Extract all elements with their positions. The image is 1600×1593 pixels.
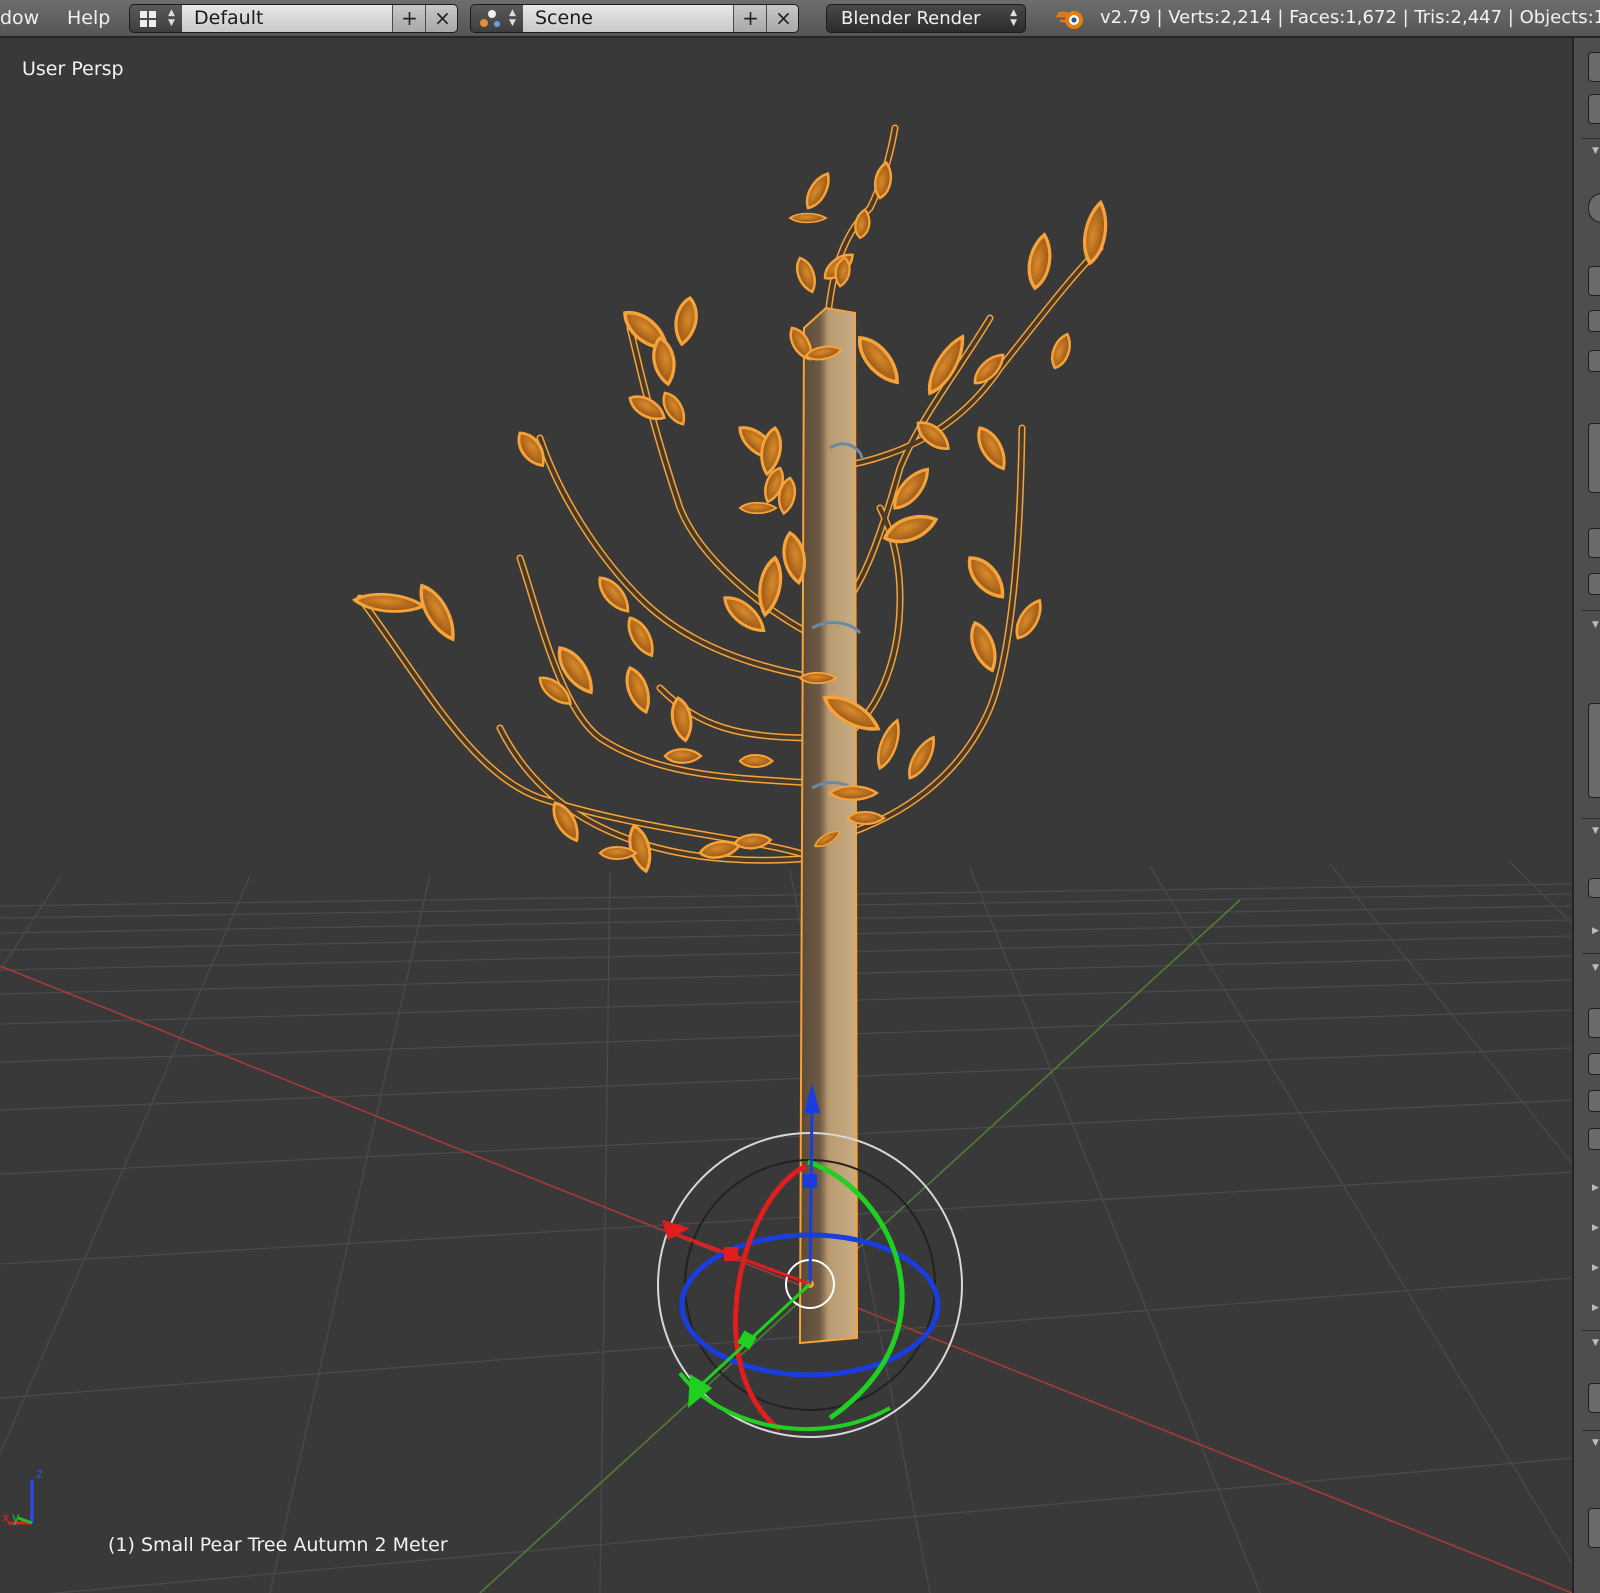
panel-widget[interactable]	[1588, 703, 1600, 798]
add-scene-button[interactable]: +	[733, 5, 767, 32]
window-menu[interactable]: dow	[0, 7, 39, 29]
ground-grid	[0, 861, 1572, 1593]
updown-arrows-icon: ▲ ▼	[1010, 8, 1017, 28]
add-screen-button[interactable]: +	[392, 5, 426, 32]
panel-widget[interactable]	[1588, 1053, 1600, 1075]
delete-screen-button[interactable]: ×	[425, 5, 457, 32]
collapse-icon[interactable]: ▼	[1592, 146, 1599, 156]
expand-icon[interactable]: ▶	[1592, 1263, 1599, 1273]
info-header: dow Help ▲ ▼ Default + × ▲ ▼ Scene + × Ble…	[0, 0, 1600, 38]
help-menu[interactable]: Help	[67, 7, 110, 29]
screen-layout-selector: ▲ ▼ Default + ×	[129, 4, 458, 33]
axis-x-label: x	[2, 1511, 10, 1526]
properties-region[interactable]: ▼ ▼ ▼ ▶ ▼ ▶ ▶ ▶ ▶ ▼ ▼	[1572, 38, 1600, 1593]
panel-widget[interactable]	[1588, 573, 1600, 595]
tree-leaves	[354, 159, 1110, 876]
panel-widget[interactable]	[1588, 1508, 1600, 1548]
render-engine-select[interactable]: Blender Render ▲ ▼	[826, 4, 1026, 33]
scene-field[interactable]: Scene	[523, 5, 733, 32]
panel-widget[interactable]	[1588, 528, 1600, 558]
3d-viewport[interactable]: z x y User Persp (1) Small Pear Tree Aut…	[0, 38, 1572, 1593]
panel-widget[interactable]	[1588, 1128, 1600, 1150]
collapse-icon[interactable]: ▼	[1592, 620, 1599, 630]
panel-widget[interactable]	[1588, 350, 1600, 372]
panel-widget[interactable]	[1588, 94, 1600, 124]
collapse-icon[interactable]: ▼	[1592, 963, 1599, 973]
scene-selector: ▲ ▼ Scene + ×	[470, 4, 799, 33]
scene-icon[interactable]: ▲ ▼	[471, 5, 524, 32]
active-object-label: (1) Small Pear Tree Autumn 2 Meter	[108, 1534, 448, 1556]
scene-statistics: v2.79 | Verts:2,214 | Faces:1,672 | Tris…	[1100, 7, 1600, 28]
panel-widget[interactable]	[1588, 193, 1600, 223]
panel-widget[interactable]	[1588, 52, 1600, 82]
expand-icon[interactable]: ▶	[1592, 1183, 1599, 1193]
panel-widget[interactable]	[1588, 1090, 1600, 1112]
panel-widget[interactable]	[1588, 423, 1600, 493]
tree-branches	[356, 124, 1104, 864]
blender-logo-icon	[1056, 11, 1083, 29]
collapse-icon[interactable]: ▼	[1592, 1338, 1599, 1348]
panel-widget[interactable]	[1588, 266, 1600, 296]
axis-y-label: y	[12, 1511, 20, 1526]
panel-widget[interactable]	[1588, 1008, 1600, 1038]
view-perspective-label: User Persp	[22, 58, 124, 80]
screen-layout-icon[interactable]: ▲ ▼	[130, 5, 183, 32]
screen-layout-field[interactable]: Default	[182, 5, 392, 32]
axis-z-label: z	[36, 1467, 43, 1482]
panel-widget[interactable]	[1588, 310, 1600, 332]
expand-icon[interactable]: ▶	[1592, 1223, 1599, 1233]
collapse-icon[interactable]: ▼	[1592, 826, 1599, 836]
y-axis-line	[479, 899, 1241, 1593]
expand-icon[interactable]: ▶	[1592, 1303, 1599, 1313]
collapse-icon[interactable]: ▼	[1592, 1438, 1599, 1448]
panel-widget[interactable]	[1588, 1383, 1600, 1413]
expand-icon[interactable]: ▶	[1592, 926, 1599, 936]
render-engine-value: Blender Render	[841, 8, 981, 29]
viewport-scene: z x y	[0, 124, 1572, 1593]
delete-scene-button[interactable]: ×	[766, 5, 798, 32]
panel-widget[interactable]	[1588, 878, 1600, 898]
